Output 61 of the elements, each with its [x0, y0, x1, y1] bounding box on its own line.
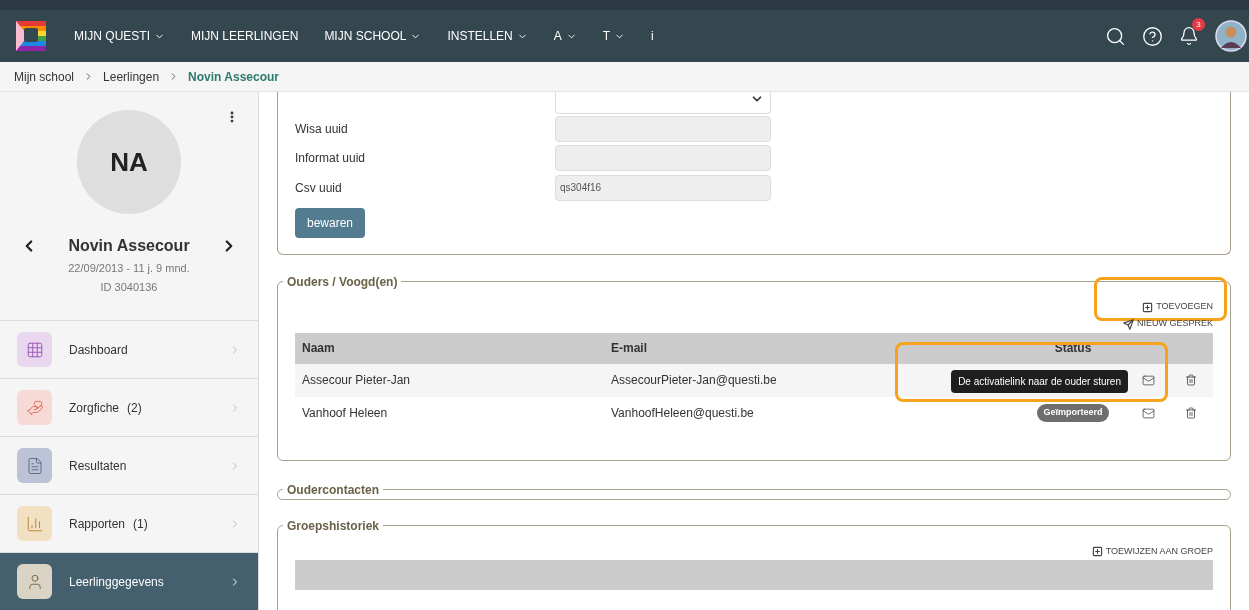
input-field[interactable] [555, 115, 771, 142]
nav-item[interactable]: MIJN LEERLINGEN [191, 27, 299, 45]
sidebar-item[interactable]: Zorgfiche (2) [0, 378, 258, 436]
menu-label: Dashboard [69, 341, 128, 359]
save-button[interactable]: bewaren [295, 207, 366, 238]
sidebar-item[interactable]: Dashboard [0, 320, 258, 378]
nav-item[interactable]: i [651, 27, 654, 45]
delete-icon[interactable] [1184, 407, 1197, 419]
logo-icon[interactable] [14, 19, 48, 53]
delete-icon[interactable] [1184, 374, 1197, 386]
sidebar-item[interactable]: Leerlinggegevens [0, 552, 258, 610]
add-icon [1142, 301, 1154, 313]
help-icon[interactable] [1142, 25, 1163, 47]
breadcrumb-link[interactable]: Novin Assecour [188, 67, 279, 86]
status-badge: Geïmporteerd [1037, 404, 1109, 422]
nav-item[interactable]: INSTELLEN [447, 27, 528, 45]
action-link[interactable]: TOEWIJZEN AAN GROEP [1091, 544, 1213, 558]
select-field[interactable] [555, 92, 771, 114]
menu-label: Leerlinggegevens [69, 573, 164, 591]
nav-item[interactable]: A [553, 27, 577, 45]
mail-icon[interactable] [1141, 373, 1155, 387]
section-title: Ouders / Voogd(en) [286, 273, 399, 291]
notification-count: 3 [1192, 18, 1205, 31]
send-icon [1123, 318, 1134, 330]
nav-item[interactable]: T [602, 27, 626, 45]
input-field[interactable]: qs304f16 [555, 174, 771, 201]
menu-icon [25, 456, 44, 475]
input-field[interactable] [555, 145, 771, 172]
sidebar-item[interactable]: Resultaten [0, 436, 258, 494]
search-icon[interactable] [1105, 25, 1126, 47]
add-icon [1091, 545, 1103, 557]
table-cell: Assecour Pieter-Jan [295, 363, 603, 397]
field-label: Wisa uuid [295, 120, 349, 138]
menu-count: (1) [133, 515, 148, 533]
menu-label: Rapporten [69, 515, 126, 533]
column-header: E-mail [610, 340, 648, 357]
section-title: Groepshistoriek [286, 517, 381, 535]
student-name: Novin Assecour [68, 236, 190, 256]
student-avatar: NA [77, 110, 181, 214]
action-link[interactable]: TOEVOEGEN [1142, 298, 1213, 316]
field-label: Csv uuid [295, 179, 343, 197]
menu-label: Zorgfiche [69, 399, 120, 417]
menu-icon [25, 340, 44, 359]
avatar-icon[interactable] [1215, 20, 1247, 52]
breadcrumb-link[interactable]: Leerlingen [103, 67, 160, 86]
menu-icon [25, 398, 44, 417]
notifications-icon[interactable] [1179, 26, 1199, 46]
action-link[interactable]: NIEUW GESPREK [1123, 315, 1213, 333]
menu-label: Resultaten [69, 457, 127, 475]
section-title: Oudercontacten [286, 481, 380, 499]
column-header: Naam [301, 340, 336, 357]
menu-count: (2) [127, 399, 142, 417]
nav-item[interactable]: MIJN QUESTI [74, 27, 165, 45]
breadcrumb-link[interactable]: Mijn school [14, 67, 75, 86]
student-birthdate: 22/09/2013 - 11 j. 9 mnd. [68, 261, 190, 276]
student-id: ID 3040136 [100, 279, 158, 295]
field-label: Informat uuid [295, 150, 367, 168]
nav-item[interactable]: MIJN SCHOOL [324, 27, 422, 45]
tooltip: De activatielink naar de ouder sturen [951, 369, 1128, 393]
mail-icon[interactable] [1141, 406, 1155, 420]
menu-icon [25, 514, 44, 533]
